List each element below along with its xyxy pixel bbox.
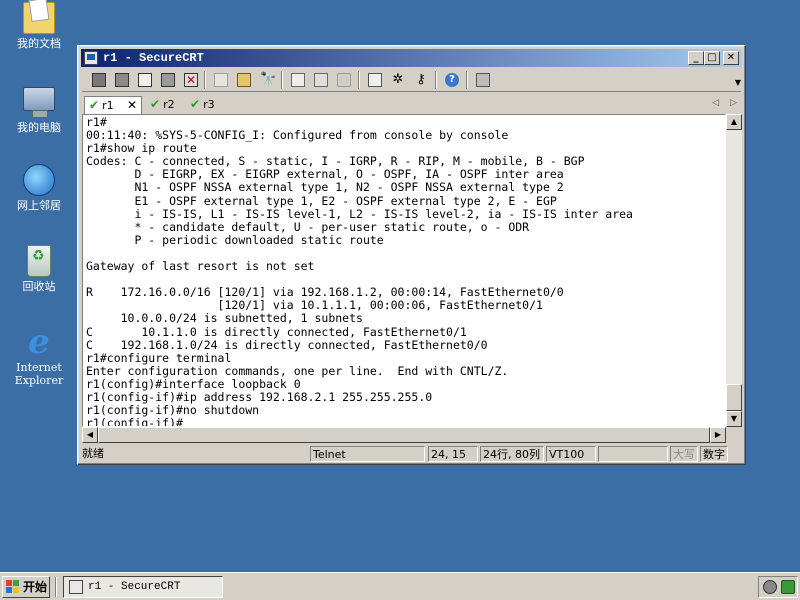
connect-in-tab-icon[interactable] — [136, 71, 154, 89]
print-icon[interactable] — [335, 71, 353, 89]
tab-r3[interactable]: ✔ r3 — [186, 96, 226, 114]
status-ready: 就绪 — [82, 447, 104, 460]
find-icon[interactable]: 🔭 — [258, 71, 276, 89]
scroll-up-icon[interactable]: ▲ — [726, 114, 742, 130]
recycle-bin-icon — [27, 245, 51, 277]
desktop-icon-my-documents[interactable]: 我的文档 — [6, 2, 72, 50]
securecrt-app-icon[interactable] — [84, 51, 98, 65]
key-icon[interactable]: ⚷ — [412, 71, 430, 89]
vertical-scroll-thumb[interactable] — [726, 384, 742, 411]
toolbar-separator — [358, 71, 360, 89]
global-options-icon[interactable]: ✲ — [389, 71, 407, 89]
help-icon[interactable]: ? — [443, 71, 461, 89]
desktop-icon-internet-explorer[interactable]: e Internet Explorer — [6, 322, 72, 387]
taskbar: 开始 r1 - SecureCRT — [0, 572, 800, 600]
print-setup-icon[interactable] — [289, 71, 307, 89]
connected-check-icon: ✔ — [190, 97, 201, 111]
status-emulation: VT100 — [546, 446, 596, 462]
paste-icon[interactable] — [235, 71, 253, 89]
network-tray-icon[interactable] — [781, 580, 795, 594]
taskbar-separator — [55, 577, 57, 597]
extra-icon[interactable] — [474, 71, 492, 89]
status-protocol: Telnet — [310, 446, 425, 462]
toolbar: ✕ 🔭 ✲ ⚷ ? ▼ — [82, 68, 741, 92]
session-tabs: ✔ r1 ✕ ✔ r2 ✔ r3 ◁ ▷ — [82, 94, 741, 114]
status-terminal-size: 24行, 80列 — [480, 446, 544, 462]
tab-next-icon[interactable]: ▷ — [730, 98, 737, 108]
desktop-icon-recycle-bin[interactable]: 回收站 — [6, 245, 72, 293]
disconnect-icon[interactable]: ✕ — [182, 71, 200, 89]
scroll-left-icon[interactable]: ◀ — [82, 427, 98, 443]
maximize-button[interactable]: □ — [704, 51, 720, 65]
minimize-button[interactable]: _ — [688, 51, 704, 65]
system-tray — [758, 576, 798, 598]
terminal-screen[interactable]: r1# 00:11:40: %SYS-5-CONFIG_I: Configure… — [82, 114, 726, 427]
desktop-icon-my-computer[interactable]: 我的电脑 — [6, 83, 72, 134]
start-label: 开始 — [23, 580, 48, 594]
internet-explorer-icon: e — [28, 322, 50, 362]
desktop-icon-label: 我的文档 — [17, 37, 61, 50]
securecrt-window: r1 - SecureCRT _ □ ✕ ✕ 🔭 ✲ ⚷ ? ▼ ✔r1 ✕ — [77, 45, 746, 465]
tab-prev-icon[interactable]: ◁ — [712, 98, 719, 108]
toolbar-separator — [281, 71, 283, 89]
scroll-corner — [726, 427, 742, 443]
desktop-icon-label: 网上邻居 — [17, 199, 61, 212]
tab-label: r2 — [163, 98, 175, 111]
reconnect-icon[interactable] — [159, 71, 177, 89]
securecrt-app-icon — [69, 580, 83, 594]
toolbar-separator — [204, 71, 206, 89]
status-blank — [598, 446, 668, 462]
tab-label: r3 — [203, 98, 215, 111]
desktop-icon-label: 回收站 — [22, 280, 56, 293]
window-title: r1 - SecureCRT — [103, 51, 204, 65]
scroll-right-icon[interactable]: ▶ — [710, 427, 726, 443]
quick-connect-icon[interactable] — [113, 71, 131, 89]
folder-icon — [23, 2, 55, 34]
status-caps-lock: 大写 — [670, 446, 698, 462]
copy-icon[interactable] — [212, 71, 230, 89]
horizontal-scroll-thumb[interactable] — [98, 427, 710, 443]
desktop-icon-network-places[interactable]: 网上邻居 — [6, 164, 72, 212]
terminal-output: r1# 00:11:40: %SYS-5-CONFIG_I: Configure… — [86, 115, 633, 427]
computer-icon — [23, 87, 55, 118]
toolbar-overflow-icon[interactable]: ▼ — [735, 78, 741, 87]
desktop-icon-label: 我的电脑 — [17, 121, 61, 134]
taskbar-item-label: r1 - SecureCRT — [88, 581, 181, 593]
status-num-lock: 数字 — [700, 446, 728, 462]
toolbar-separator — [466, 71, 468, 89]
title-bar[interactable]: r1 - SecureCRT _ □ ✕ — [81, 49, 742, 67]
status-cursor-position: 24, 15 — [428, 446, 478, 462]
connected-check-icon: ✔ — [150, 97, 161, 111]
start-button[interactable]: 开始 — [2, 576, 50, 598]
tab-r1[interactable]: ✔ r1 ✕ — [84, 96, 142, 114]
horizontal-scrollbar[interactable]: ◀ ▶ — [82, 427, 726, 443]
tab-close-icon[interactable]: ✕ — [127, 97, 137, 113]
close-button[interactable]: ✕ — [723, 51, 739, 65]
tab-r2[interactable]: ✔ r2 — [146, 96, 186, 114]
connected-check-icon: ✔ — [89, 98, 100, 112]
tab-label: r1 — [102, 99, 114, 112]
desktop-icon-label: Internet Explorer — [14, 361, 64, 387]
toolbar-separator — [435, 71, 437, 89]
connect-icon[interactable] — [90, 71, 108, 89]
session-options-icon[interactable] — [366, 71, 384, 89]
vertical-scrollbar[interactable]: ▲ ▼ — [726, 114, 742, 427]
windows-logo-icon — [6, 580, 20, 594]
globe-icon — [23, 164, 55, 196]
tray-app-icon[interactable] — [763, 580, 777, 594]
scroll-down-icon[interactable]: ▼ — [726, 411, 742, 427]
status-bar: 就绪 Telnet 24, 15 24行, 80列 VT100 大写 数字 — [82, 445, 741, 463]
taskbar-item-securecrt[interactable]: r1 - SecureCRT — [63, 576, 223, 598]
print-selection-icon[interactable] — [312, 71, 330, 89]
